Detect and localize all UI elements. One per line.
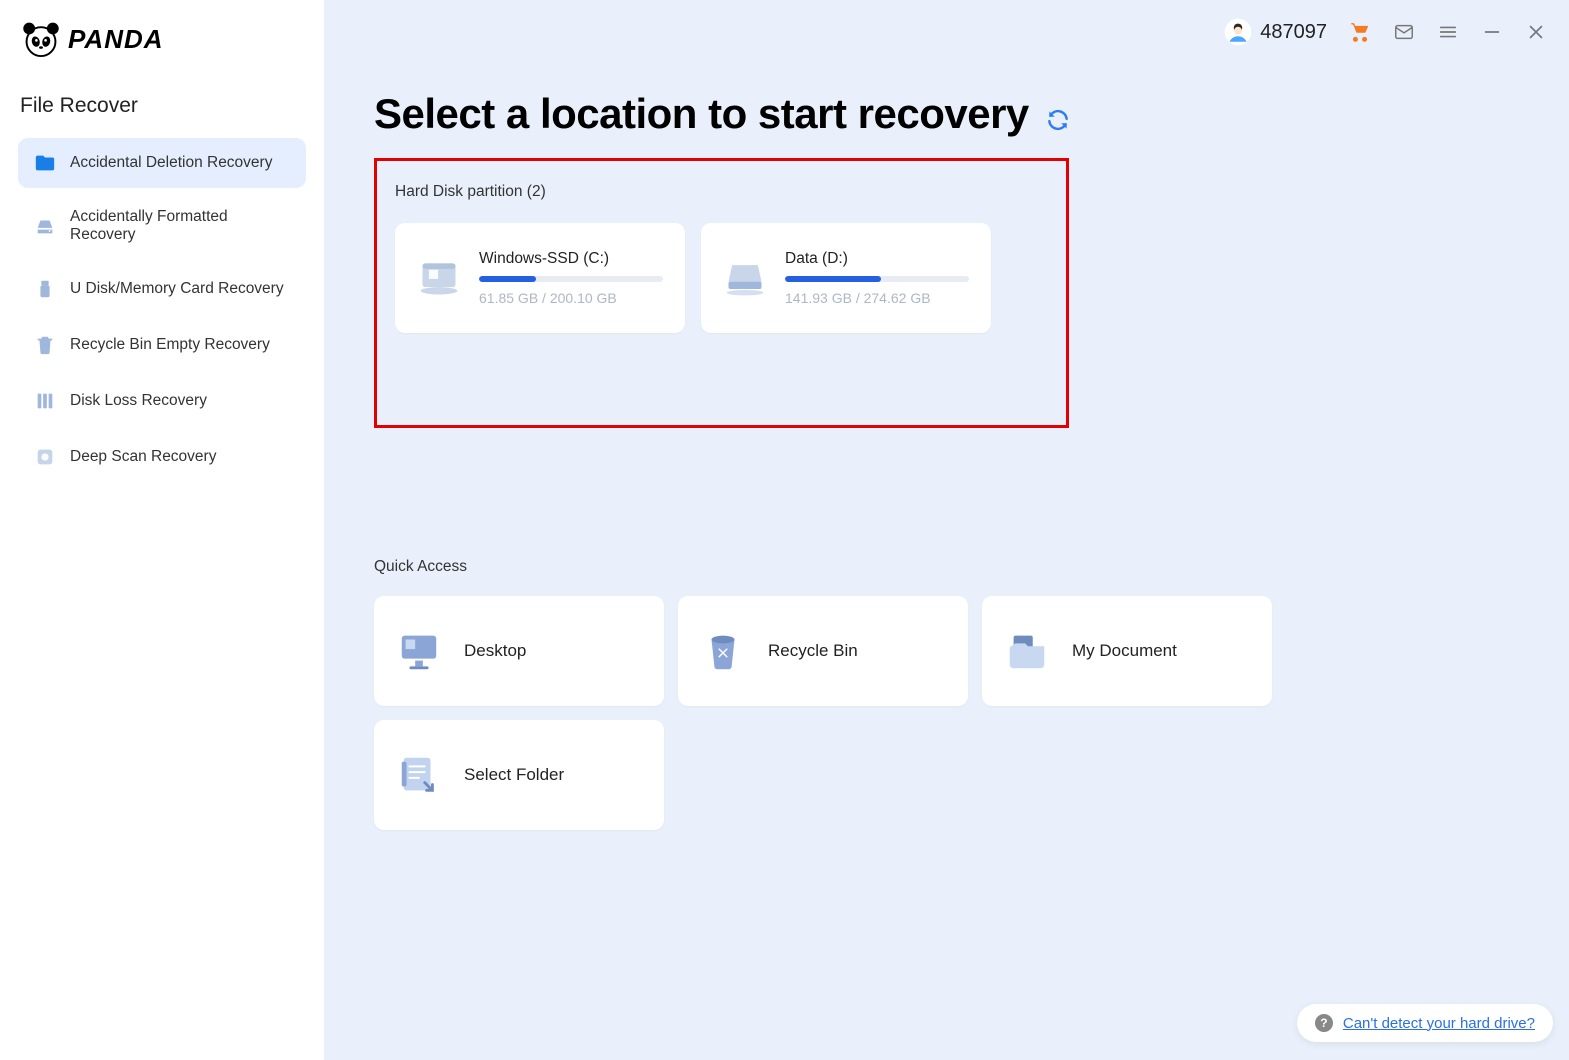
user-account[interactable]: 487097 [1224, 18, 1327, 46]
page-title: Select a location to start recovery [374, 90, 1029, 138]
scan-icon [34, 446, 56, 468]
partition-name: Windows-SSD (C:) [479, 250, 663, 268]
partitions-highlight-box: Hard Disk partition (2) Windows-SSD (C:)… [374, 158, 1069, 428]
quick-access-label-text: My Document [1072, 641, 1177, 661]
partition-card-d[interactable]: Data (D:) 141.93 GB / 274.62 GB [701, 223, 991, 333]
partition-usage-fill [785, 276, 881, 282]
partitions-section-label: Hard Disk partition (2) [395, 183, 1048, 201]
close-icon[interactable] [1525, 21, 1547, 43]
sidebar-item-label: Disk Loss Recovery [70, 392, 207, 410]
desktop-icon [396, 628, 442, 674]
partition-card-c[interactable]: Windows-SSD (C:) 61.85 GB / 200.10 GB [395, 223, 685, 333]
sidebar-item-udisk[interactable]: U Disk/Memory Card Recovery [18, 264, 306, 314]
main-content: 487097 Select a location to start recove… [324, 0, 1569, 1060]
sidebar-nav: Accidental Deletion Recovery Accidentall… [0, 138, 324, 482]
windows-drive-icon [417, 256, 461, 300]
quick-access-label-text: Desktop [464, 641, 526, 661]
mail-icon[interactable] [1393, 21, 1415, 43]
quick-access-recycle-bin[interactable]: Recycle Bin [678, 596, 968, 706]
quick-access-desktop[interactable]: Desktop [374, 596, 664, 706]
select-folder-icon [396, 752, 442, 798]
sidebar-item-label: U Disk/Memory Card Recovery [70, 280, 284, 298]
quick-access-grid: Desktop Recycle Bin My Document Select F… [374, 596, 1519, 830]
sidebar: PANDA File Recover Accidental Deletion R… [0, 0, 324, 1060]
partition-usage-bar [785, 276, 969, 282]
quick-access-label-text: Select Folder [464, 765, 564, 785]
quick-access-label-text: Recycle Bin [768, 641, 858, 661]
sidebar-item-label: Deep Scan Recovery [70, 448, 216, 466]
help-link-text[interactable]: Can't detect your hard drive? [1343, 1015, 1535, 1032]
partitions-list: Windows-SSD (C:) 61.85 GB / 200.10 GB Da… [395, 223, 1048, 333]
brand-text: PANDA [68, 24, 164, 55]
refresh-icon[interactable] [1045, 107, 1071, 133]
partition-size: 61.85 GB / 200.10 GB [479, 290, 663, 306]
sidebar-item-accidental-deletion[interactable]: Accidental Deletion Recovery [18, 138, 306, 188]
user-id: 487097 [1260, 21, 1327, 44]
data-drive-icon [723, 256, 767, 300]
panda-logo-icon [20, 18, 62, 60]
sidebar-item-label: Accidental Deletion Recovery [70, 154, 272, 172]
sidebar-item-formatted[interactable]: Accidentally Formatted Recovery [18, 194, 306, 258]
help-icon: ? [1315, 1014, 1333, 1032]
sidebar-item-label: Recycle Bin Empty Recovery [70, 336, 270, 354]
folder-icon [34, 152, 56, 174]
document-folder-icon [1004, 628, 1050, 674]
partition-usage-bar [479, 276, 663, 282]
topbar: 487097 [1224, 18, 1547, 46]
sidebar-item-disk-loss[interactable]: Disk Loss Recovery [18, 376, 306, 426]
drive-icon [34, 215, 56, 237]
disks-icon [34, 390, 56, 412]
partition-usage-fill [479, 276, 536, 282]
sidebar-section-title: File Recover [0, 90, 324, 138]
brand-logo: PANDA [0, 18, 324, 90]
partition-size: 141.93 GB / 274.62 GB [785, 290, 969, 306]
bin-icon [34, 334, 56, 356]
menu-icon[interactable] [1437, 21, 1459, 43]
avatar-icon [1224, 18, 1252, 46]
recycle-bin-icon [700, 628, 746, 674]
sidebar-item-label: Accidentally Formatted Recovery [70, 208, 290, 244]
sidebar-item-deep-scan[interactable]: Deep Scan Recovery [18, 432, 306, 482]
quick-access-select-folder[interactable]: Select Folder [374, 720, 664, 830]
quick-access-my-document[interactable]: My Document [982, 596, 1272, 706]
help-detect-drive[interactable]: ? Can't detect your hard drive? [1297, 1004, 1553, 1042]
partition-name: Data (D:) [785, 250, 969, 268]
quick-access-label: Quick Access [374, 558, 1519, 576]
usb-icon [34, 278, 56, 300]
minimize-icon[interactable] [1481, 21, 1503, 43]
page-title-row: Select a location to start recovery [374, 90, 1519, 138]
cart-icon[interactable] [1349, 21, 1371, 43]
sidebar-item-recycle-bin[interactable]: Recycle Bin Empty Recovery [18, 320, 306, 370]
